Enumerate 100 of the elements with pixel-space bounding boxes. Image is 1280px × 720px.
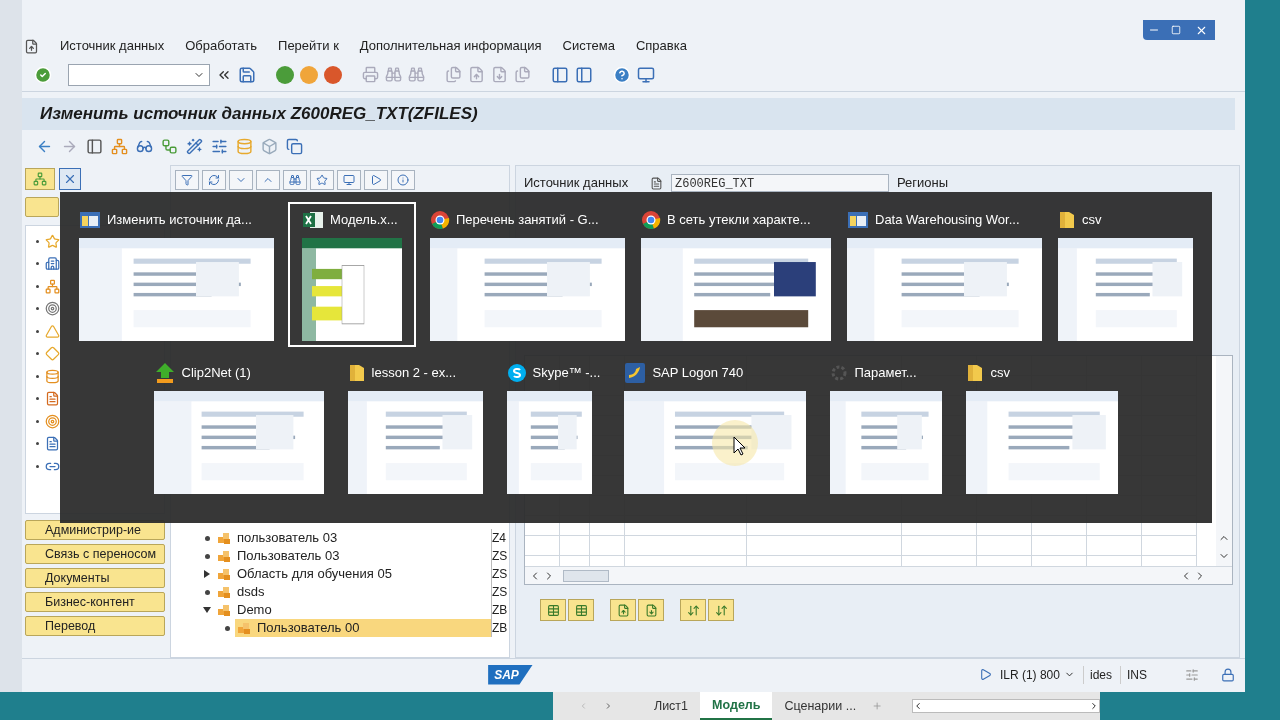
hierarchy-icon[interactable]	[111, 137, 128, 155]
window-thumbnail-tile[interactable]: lesson 2 - ex...	[345, 355, 485, 500]
lock-icon[interactable]	[1221, 667, 1235, 682]
first-page-icon[interactable]	[445, 66, 462, 83]
workflow-icon[interactable]	[161, 137, 178, 155]
sliders-icon[interactable]	[211, 137, 228, 155]
help-icon[interactable]	[613, 65, 631, 84]
sheet-tab[interactable]: Лист1	[641, 692, 701, 720]
row-action-icon	[574, 603, 588, 617]
delete-row-button[interactable]	[568, 599, 594, 621]
database-icon[interactable]	[236, 137, 253, 155]
window-thumbnail-tile[interactable]: Перечень занятий - G...	[428, 202, 627, 347]
exit-button-icon[interactable]	[300, 65, 318, 84]
target-icon[interactable]	[45, 301, 60, 317]
save-icon[interactable]	[238, 65, 256, 84]
expand-status-icon[interactable]	[978, 668, 992, 681]
new-session-icon[interactable]	[551, 65, 569, 84]
sheet-scrollbar[interactable]	[912, 699, 1100, 713]
print-icon[interactable]	[362, 66, 379, 83]
enter-icon[interactable]	[34, 65, 52, 84]
tree-item[interactable]: Область для обучения 05	[215, 565, 491, 583]
tree-item[interactable]: dsds	[215, 583, 491, 601]
tree-toolbar-button[interactable]	[364, 170, 388, 190]
tree-item[interactable]: Пользователь 00	[235, 619, 491, 637]
tree-item[interactable]: Demo	[215, 601, 491, 619]
tree-item-label: Область для обучения 05	[237, 565, 392, 584]
move-up-button[interactable]	[610, 599, 636, 621]
menu-item[interactable]: Дополнительная информация	[359, 36, 542, 56]
tree-toolbar-button[interactable]	[283, 170, 307, 190]
command-field[interactable]	[68, 63, 210, 86]
sheet-tab[interactable]: Сценарии ...	[772, 692, 869, 720]
sheet-tab[interactable]: Модель	[700, 692, 773, 720]
cube-icon[interactable]	[261, 137, 278, 155]
tree-item[interactable]: Пользователь 03	[215, 547, 491, 565]
cancel-button-icon[interactable]	[324, 65, 342, 84]
building-icon[interactable]	[45, 256, 60, 272]
move-bottom-button[interactable]	[708, 599, 734, 621]
triangle-icon[interactable]	[45, 323, 60, 339]
back-button-icon[interactable]	[276, 65, 294, 84]
database-icon[interactable]	[45, 368, 60, 384]
window-thumbnail-tile[interactable]: В сеть утекли характе...	[639, 202, 833, 347]
navigation-button[interactable]: Перевод	[25, 616, 165, 636]
window-thumbnail-tile[interactable]: csv	[1056, 202, 1195, 347]
find-icon[interactable]	[385, 66, 402, 83]
window-thumbnail-tile[interactable]: csv	[964, 355, 1121, 500]
navigation-button[interactable]: Документы	[25, 568, 165, 588]
tree-item[interactable]: пользователь 03	[215, 529, 491, 547]
menu-item[interactable]: Обработать	[185, 36, 258, 56]
navigation-button[interactable]: Бизнес-контент	[25, 592, 165, 612]
expanded-triangle-icon[interactable]	[203, 607, 211, 613]
tree-toolbar-button[interactable]	[229, 170, 253, 190]
hierarchy-icon[interactable]	[45, 278, 60, 294]
previous-page-icon[interactable]	[468, 66, 485, 83]
document-icon[interactable]	[45, 391, 60, 407]
find-next-icon[interactable]	[408, 66, 425, 83]
system-info[interactable]: ILR (1) 800	[999, 665, 1075, 684]
insert-row-button[interactable]	[540, 599, 566, 621]
layout-icon[interactable]	[637, 65, 655, 84]
window-thumbnail-tile[interactable]: Изменить источник да...	[77, 202, 276, 347]
menu-item[interactable]: Справка	[635, 36, 687, 56]
close-panel-button[interactable]	[59, 168, 81, 190]
target-icon[interactable]	[45, 413, 60, 429]
window-thumbnail-tile[interactable]: SAP Logon 740	[622, 355, 809, 500]
data-source-field[interactable]: Z600REG_TXT	[671, 174, 889, 192]
tree-layout-button[interactable]	[25, 168, 55, 190]
horizontal-scrollbar[interactable]	[525, 566, 1232, 584]
window-thumbnail-tile[interactable]: Парамет...	[828, 355, 945, 500]
tree-toolbar-button[interactable]	[310, 170, 334, 190]
window-thumbnail-tile[interactable]: Skype™ -...	[504, 355, 603, 500]
add-sheet-icon[interactable]	[872, 699, 883, 713]
panel-icon[interactable]	[86, 137, 103, 155]
tree-toolbar-button[interactable]	[175, 170, 199, 190]
menu-item[interactable]: Перейти к	[278, 36, 339, 56]
diamond-icon[interactable]	[45, 346, 60, 362]
copy-icon[interactable]	[286, 137, 303, 155]
window-thumbnail-tile[interactable]: Clip2Net (1)	[151, 355, 326, 500]
menu-item[interactable]: Источник данных	[60, 36, 165, 56]
star-icon[interactable]	[45, 233, 60, 249]
collapsed-triangle-icon[interactable]	[204, 570, 210, 578]
magic-wand-icon[interactable]	[186, 137, 203, 155]
settings-icon[interactable]	[1185, 667, 1199, 682]
menu-item[interactable]: Система	[562, 36, 615, 56]
row-action-icon	[644, 603, 658, 617]
tree-item-label: dsds	[237, 583, 265, 602]
window-thumbnail-tile[interactable]: Data Warehousing Wor...	[845, 202, 1044, 347]
tree-toolbar-button[interactable]	[337, 170, 361, 190]
menu-icon[interactable]	[24, 38, 39, 54]
tree-toolbar-button[interactable]	[391, 170, 415, 190]
shortcut-icon[interactable]	[575, 65, 593, 84]
last-page-icon[interactable]	[514, 66, 531, 83]
tree-toolbar-button[interactable]	[256, 170, 280, 190]
tree-toolbar-button[interactable]	[202, 170, 226, 190]
list-icon[interactable]	[45, 436, 60, 452]
window-thumbnail-tile[interactable]: Модель.x...	[288, 202, 416, 347]
next-page-icon[interactable]	[491, 66, 508, 83]
modeling-button[interactable]	[25, 197, 59, 217]
move-top-button[interactable]	[680, 599, 706, 621]
navigation-button[interactable]: Связь с переносом	[25, 544, 165, 564]
scroll-thumb[interactable]	[563, 569, 609, 582]
move-down-button[interactable]	[638, 599, 664, 621]
